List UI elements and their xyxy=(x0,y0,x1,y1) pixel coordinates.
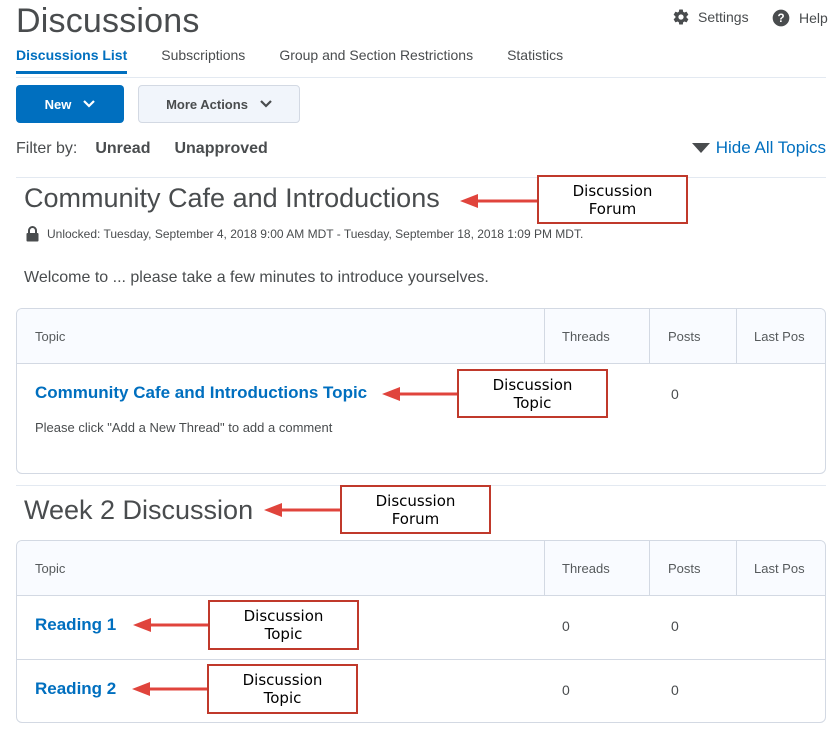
callout-line: Discussion xyxy=(243,607,324,625)
arrow-icon xyxy=(460,194,537,208)
callout-line: Topic xyxy=(263,689,302,707)
callout-line: Topic xyxy=(264,625,303,643)
arrow-icon xyxy=(132,682,207,696)
callout-line: Discussion xyxy=(492,375,573,394)
annotation-callout: Discussion Topic xyxy=(207,664,358,714)
annotation-callout: Discussion Topic xyxy=(208,600,359,650)
callout-line: Forum xyxy=(588,199,637,218)
arrow-icon xyxy=(382,387,457,401)
arrow-icon xyxy=(133,618,208,632)
callout-line: Discussion xyxy=(375,491,456,510)
callout-line: Forum xyxy=(391,509,440,528)
annotation-callout: Discussion Topic xyxy=(457,369,608,418)
annotation-callout: Discussion Forum xyxy=(340,485,491,534)
arrow-icon xyxy=(264,503,340,517)
callout-line: Discussion xyxy=(242,671,323,689)
annotation-callout: Discussion Forum xyxy=(537,175,688,224)
callout-line: Topic xyxy=(513,393,552,412)
annotation-arrows xyxy=(132,194,537,696)
callout-line: Discussion xyxy=(572,181,653,200)
